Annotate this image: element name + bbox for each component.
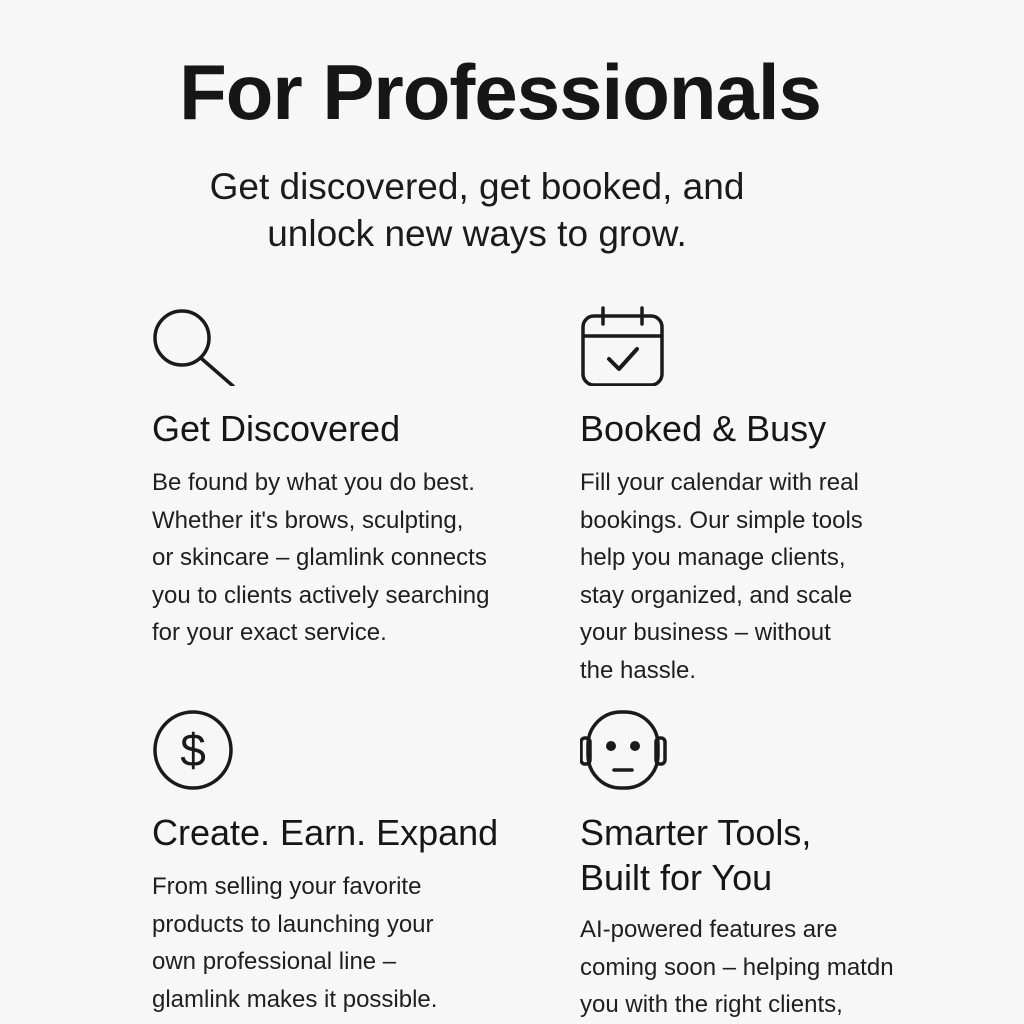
feature-heading-line: Smarter Tools, [580, 812, 812, 853]
feature-body-line: for your exact service. [152, 619, 387, 647]
feature-heading-line: Create. Earn. Expand [152, 812, 499, 853]
dollar-circle-icon: $ [153, 710, 233, 790]
feature-body-line: stay organized, and scale [580, 581, 853, 609]
feature-body-line: Whether it's brows, sculpting, [152, 506, 464, 534]
feature-description: AI-powered features are coming soon – he… [580, 911, 894, 1024]
page-subtitle: Get discovered, get booked, and unlock n… [0, 163, 954, 257]
feature-description: Be found by what you do best. Whether it… [152, 464, 490, 652]
calendar-check-icon [581, 306, 664, 386]
feature-description: From selling your favorite products to l… [152, 868, 437, 1018]
feature-body-line: glamlink makes it possible. [152, 985, 438, 1013]
feature-body-line: you to clients actively searching [152, 581, 490, 609]
search-icon [153, 309, 235, 386]
feature-body-line: help you manage clients, [580, 544, 846, 572]
feature-heading-line: Booked & Busy [580, 408, 827, 449]
feature-body-line: Be found by what you do best. [152, 469, 475, 496]
feature-heading: Smarter Tools, Built for You [580, 810, 811, 900]
robot-icon [580, 710, 667, 790]
svg-text:$: $ [180, 724, 206, 776]
feature-heading-line: Built for You [580, 857, 773, 898]
feature-description: Fill your calendar with real bookings. O… [580, 464, 863, 690]
feature-body-line: or skincare – glamlink connects [152, 544, 487, 572]
feature-body-line: bookings. Our simple tools [580, 506, 863, 534]
feature-booked-busy: Booked & Busy Fill your calendar with re… [580, 302, 980, 684]
feature-heading-line: Get Discovered [152, 408, 401, 449]
feature-body-line: you with the right clients, [580, 991, 843, 1019]
feature-get-discovered: Get Discovered Be found by what you do b… [152, 302, 552, 646]
subtitle-line: unlock new ways to grow. [267, 213, 687, 254]
feature-body-line: the hassle. [580, 656, 697, 684]
feature-body-line: From selling your favorite [152, 873, 422, 900]
feature-body-line: Fill your calendar with real [580, 469, 859, 496]
feature-heading: Get Discovered [152, 406, 400, 451]
subtitle-line: Get discovered, get booked, and [209, 166, 745, 207]
feature-body-line: own professional line – [152, 948, 397, 976]
feature-body-line: AI-powered features are [580, 916, 838, 943]
feature-heading: Create. Earn. Expand [152, 810, 498, 855]
page-title: For Professionals [179, 48, 822, 136]
feature-create-earn-expand: $ Create. Earn. Expand From selling your… [152, 708, 552, 1013]
feature-body-line: coming soon – helping matdn [580, 953, 894, 981]
feature-heading: Booked & Busy [580, 406, 826, 451]
feature-body-line: your business – without [580, 619, 831, 647]
feature-body-line: products to launching your [152, 910, 434, 938]
feature-smarter-tools: Smarter Tools, Built for You AI-powered … [580, 708, 980, 1018]
